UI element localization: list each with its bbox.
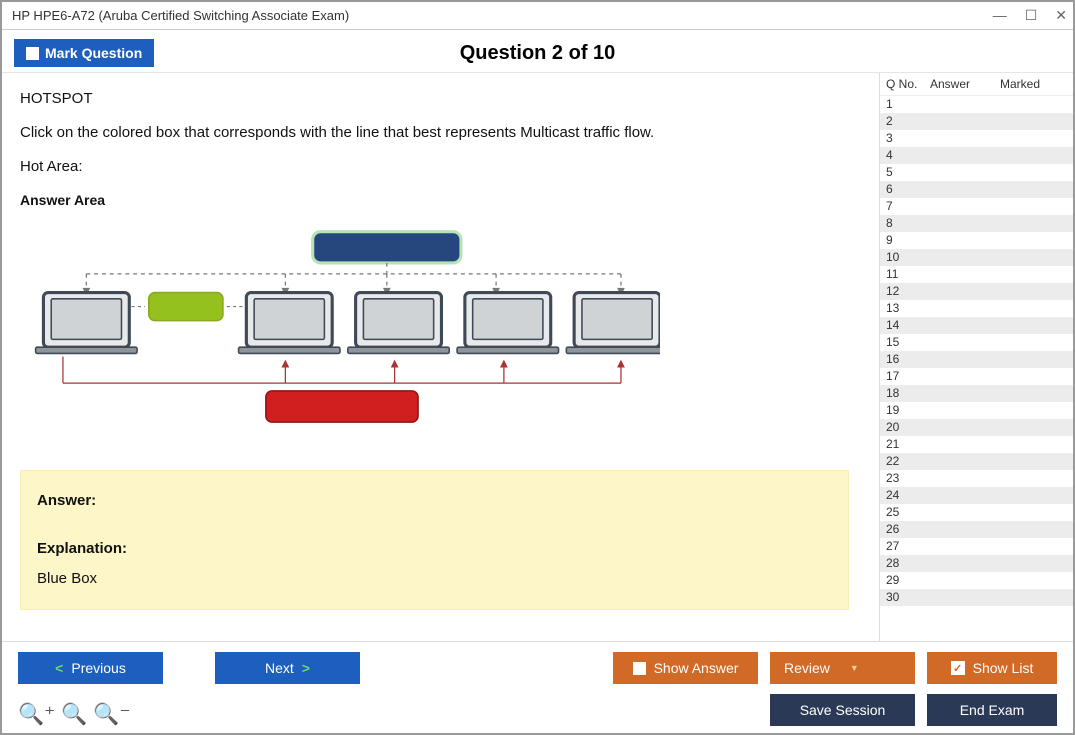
list-item[interactable]: 25 [880,504,1073,521]
end-exam-label: End Exam [960,702,1025,718]
list-item[interactable]: 3 [880,130,1073,147]
broadcast-arrowheads [281,360,624,368]
list-item[interactable]: 13 [880,300,1073,317]
list-item[interactable]: 28 [880,555,1073,572]
footer: < Previous Next > Show Answer Review ▼ ✓… [2,641,1073,733]
answer-explanation-panel: Answer: Explanation: Blue Box [20,470,849,610]
next-label: Next [265,660,294,676]
list-item[interactable]: 18 [880,385,1073,402]
list-item[interactable]: 19 [880,402,1073,419]
list-item[interactable]: 12 [880,283,1073,300]
list-item[interactable]: 4 [880,147,1073,164]
list-item[interactable]: 23 [880,470,1073,487]
list-item[interactable]: 22 [880,453,1073,470]
window-controls: — ☐ ✕ [993,7,1067,24]
review-label: Review [784,660,830,676]
next-button[interactable]: Next > [215,652,360,684]
mark-checkbox-icon [26,47,39,60]
show-answer-button[interactable]: Show Answer [613,652,758,684]
list-item[interactable]: 20 [880,419,1073,436]
list-item[interactable]: 16 [880,351,1073,368]
list-item[interactable]: 1 [880,96,1073,113]
mark-question-button[interactable]: Mark Question [14,39,154,67]
question-counter: Question 2 of 10 [2,42,1073,65]
list-item[interactable]: 17 [880,368,1073,385]
list-item[interactable]: 14 [880,317,1073,334]
list-item[interactable]: 10 [880,249,1073,266]
question-content: HOTSPOT Click on the colored box that co… [2,73,879,641]
question-type-label: HOTSPOT [20,87,849,111]
window-title: HP HPE6-A72 (Aruba Certified Switching A… [12,8,349,23]
col-answer: Answer [930,77,1000,91]
zoom-out-icon[interactable]: 🔍⁻ [93,702,130,727]
laptop-2-icon [239,293,340,354]
chevron-down-icon: ▼ [850,663,859,673]
checked-icon: ✓ [951,661,965,675]
list-item[interactable]: 9 [880,232,1073,249]
review-button[interactable]: Review ▼ [770,652,915,684]
answer-label: Answer: [37,489,832,513]
green-box-hotspot[interactable] [149,293,223,321]
list-item[interactable]: 11 [880,266,1073,283]
close-icon[interactable]: ✕ [1055,7,1067,24]
zoom-reset-icon[interactable]: 🔍 [61,703,87,727]
minimize-icon[interactable]: — [993,7,1007,24]
list-item[interactable]: 2 [880,113,1073,130]
question-list-panel: Q No. Answer Marked 12345678910111213141… [879,73,1073,641]
show-list-label: Show List [973,660,1034,676]
question-prompt: Click on the colored box that correspond… [20,121,849,145]
footer-buttons-row: < Previous Next > Show Answer Review ▼ ✓… [18,652,1057,684]
list-item[interactable]: 21 [880,436,1073,453]
question-toolbar: Mark Question Question 2 of 10 [2,30,1073,72]
list-item[interactable]: 15 [880,334,1073,351]
save-session-button[interactable]: Save Session [770,694,915,726]
laptop-group [36,293,660,354]
question-list[interactable]: 1234567891011121314151617181920212223242… [880,96,1073,641]
question-list-header: Q No. Answer Marked [880,73,1073,96]
maximize-icon[interactable]: ☐ [1025,7,1038,24]
laptop-5-icon [566,293,660,354]
list-item[interactable]: 6 [880,181,1073,198]
list-item[interactable]: 30 [880,589,1073,606]
previous-label: Previous [71,660,125,676]
show-list-button[interactable]: ✓ Show List [927,652,1057,684]
col-qno: Q No. [886,77,930,91]
chevron-left-icon: < [55,660,63,676]
list-item[interactable]: 27 [880,538,1073,555]
red-box-hotspot[interactable] [266,391,418,422]
answer-area-label: Answer Area [20,189,849,211]
laptop-4-icon [457,293,558,354]
zoom-controls: 🔍⁺ 🔍 🔍⁻ [18,702,131,727]
laptop-3-icon [348,293,449,354]
chevron-right-icon: > [302,660,310,676]
list-item[interactable]: 5 [880,164,1073,181]
hotspot-diagram[interactable] [20,227,660,438]
main-area: HOTSPOT Click on the colored box that co… [2,72,1073,641]
laptop-1-icon [36,293,137,354]
window-titlebar: HP HPE6-A72 (Aruba Certified Switching A… [2,2,1073,30]
zoom-in-icon[interactable]: 🔍⁺ [18,702,55,727]
list-item[interactable]: 24 [880,487,1073,504]
mark-question-label: Mark Question [45,45,142,61]
save-session-label: Save Session [800,702,886,718]
multicast-lines [86,263,621,290]
explanation-text: Blue Box [37,567,832,591]
end-exam-button[interactable]: End Exam [927,694,1057,726]
list-item[interactable]: 26 [880,521,1073,538]
col-marked: Marked [1000,77,1073,91]
footer-buttons-row-2: 🔍⁺ 🔍 🔍⁻ Save Session End Exam [18,692,1057,727]
list-item[interactable]: 8 [880,215,1073,232]
explanation-label: Explanation: [37,537,832,561]
broadcast-lines [63,357,621,384]
previous-button[interactable]: < Previous [18,652,163,684]
blue-box-hotspot[interactable] [313,232,461,263]
show-answer-checkbox-icon [633,662,646,675]
show-answer-label: Show Answer [654,660,739,676]
list-item[interactable]: 29 [880,572,1073,589]
list-item[interactable]: 7 [880,198,1073,215]
hot-area-label: Hot Area: [20,155,849,179]
